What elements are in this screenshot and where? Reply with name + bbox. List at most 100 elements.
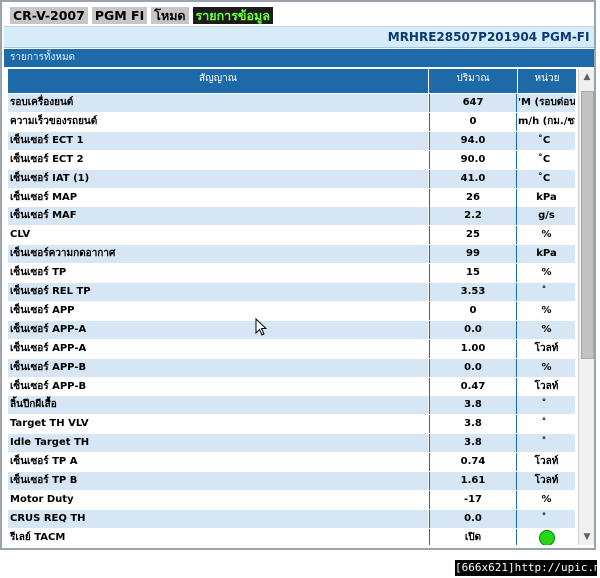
value-cell: 1.61: [429, 472, 517, 490]
table-row[interactable]: เซ็นเซอร์ APP 0%: [8, 301, 576, 320]
signal-cell: เซ็นเซอร์ MAP: [8, 188, 429, 207]
unit-cell: ̊: [518, 283, 576, 301]
app-window: CR-V-2007 PGM FI โหมด รายการข้อมูล MRHRE…: [0, 0, 596, 550]
table-row[interactable]: เซ็นเซอร์ MAF 2.2 g/s: [8, 207, 576, 226]
table-row[interactable]: เซ็นเซอร์ APP-A 1.00 โวลท์: [8, 339, 576, 358]
table-row[interactable]: เซ็นเซอร์ REL TP3.53̊: [8, 283, 576, 301]
unit-cell: ̊C: [518, 131, 576, 150]
signal-cell: รีเลย์ TACM: [8, 528, 429, 545]
unit-cell: %: [518, 264, 576, 283]
vin-text: MRHRE28507P201904 PGM-FI 2: [387, 30, 594, 44]
value-cell: 3.8: [429, 396, 517, 415]
value-cell: 2.2: [429, 207, 517, 226]
table-row[interactable]: เซ็นเซอร์ TP B 1.61 โวลท์: [8, 472, 576, 490]
unit-cell: ̊: [518, 509, 576, 528]
signal-cell: เซ็นเซอร์ MAF: [8, 207, 429, 226]
title-bar: CR-V-2007 PGM FI โหมด รายการข้อมูล: [4, 4, 594, 27]
value-cell: 3.8: [429, 434, 517, 453]
mouse-cursor-icon: [255, 318, 267, 336]
model-tag: CR-V-2007: [10, 6, 88, 24]
table-row[interactable]: ลิ้นปีกผีเสื้อ3.8̊: [8, 396, 576, 415]
scroll-up-icon[interactable]: ▲: [579, 69, 594, 85]
unit-cell: [518, 528, 576, 545]
value-cell: 94.0: [429, 131, 517, 150]
value-cell: 41.0: [429, 169, 517, 188]
table-row[interactable]: เซ็นเซอร์ APP-B 0.47 โวลท์: [8, 377, 576, 396]
table-row[interactable]: CRUS REQ TH0.0̊: [8, 509, 576, 528]
data-table: สัญญาณ ปริมาณ หน่วย รอบเครื่องยนต์ 647 'M …: [8, 69, 576, 545]
unit-cell: 'M (รอบต่อนา: [518, 94, 576, 112]
bottom-bar: [4, 548, 594, 550]
value-cell: 3.53: [429, 283, 517, 301]
signal-cell: ลิ้นปีกผีเสื้อ: [8, 396, 429, 415]
signal-cell: เซ็นเซอร์ REL TP: [8, 283, 429, 301]
scroll-down-icon[interactable]: ▼: [579, 529, 594, 545]
value-cell: 0.74: [429, 453, 517, 472]
value-cell: 0: [429, 301, 517, 320]
header-unit[interactable]: หน่วย: [518, 69, 576, 93]
table-row[interactable]: Target TH VLV3.8̊: [8, 415, 576, 434]
unit-cell: kPa: [518, 188, 576, 207]
value-cell: 0: [429, 112, 517, 131]
value-cell: 647: [429, 94, 517, 112]
signal-cell: เซ็นเซอร์ APP-B: [8, 377, 429, 396]
signal-cell: เซ็นเซอร์ TP B: [8, 472, 429, 490]
signal-cell: CRUS REQ TH: [8, 509, 429, 528]
signal-cell: รอบเครื่องยนต์: [8, 94, 429, 112]
table-row[interactable]: รอบเครื่องยนต์ 647 'M (รอบต่อนา: [8, 94, 576, 112]
header-value[interactable]: ปริมาณ: [429, 69, 518, 93]
table-row[interactable]: เซ็นเซอร์ IAT (1) 41.0̊C: [8, 169, 576, 188]
value-cell: 25: [429, 226, 517, 245]
signal-cell: เซ็นเซอร์ APP-A: [8, 320, 429, 339]
unit-cell: โวลท์: [518, 339, 576, 358]
table-row[interactable]: เซ็นเซอร์ ECT 1 94.0̊C: [8, 131, 576, 150]
scroll-thumb[interactable]: [581, 91, 594, 359]
table-row[interactable]: เซ็นเซอร์ APP-A 0.0%: [8, 320, 576, 339]
value-cell: 0.0: [429, 320, 517, 339]
unit-cell: ̊C: [518, 169, 576, 188]
table-row[interactable]: เซ็นเซอร์ TP A 0.74 โวลท์: [8, 453, 576, 472]
mode-tag: โหมด: [151, 6, 189, 24]
unit-cell: %: [518, 226, 576, 245]
unit-cell: g/s: [518, 207, 576, 226]
signal-cell: เซ็นเซอร์ ECT 2: [8, 150, 429, 169]
unit-cell: โวลท์: [518, 377, 576, 396]
table-row[interactable]: เซ็นเซอร์ความกดอากาศ 99 kPa: [8, 245, 576, 264]
signal-cell: เซ็นเซอร์ TP A: [8, 453, 429, 472]
value-cell: 0.0: [429, 358, 517, 377]
unit-cell: ̊C: [518, 150, 576, 169]
table-header: สัญญาณ ปริมาณ หน่วย: [8, 69, 576, 93]
signal-cell: เซ็นเซอร์ ECT 1: [8, 131, 429, 150]
signal-cell: เซ็นเซอร์ TP: [8, 264, 429, 283]
page-tag: รายการข้อมูล: [192, 6, 273, 24]
signal-cell: เซ็นเซอร์ APP-A: [8, 339, 429, 358]
value-cell: 15: [429, 264, 517, 283]
value-cell: 90.0: [429, 150, 517, 169]
header-signal[interactable]: สัญญาณ: [8, 69, 429, 93]
signal-cell: เซ็นเซอร์ APP-B: [8, 358, 429, 377]
value-cell: 99: [429, 245, 517, 264]
value-cell: 1.00: [429, 339, 517, 358]
table-row[interactable]: เซ็นเซอร์ TP 15%: [8, 264, 576, 283]
signal-cell: เซ็นเซอร์ความกดอากาศ: [8, 245, 429, 264]
signal-cell: Motor Duty: [8, 490, 429, 509]
unit-cell: โวลท์: [518, 472, 576, 490]
vertical-scrollbar[interactable]: ▲ ▼: [578, 69, 594, 545]
unit-cell: kPa: [518, 245, 576, 264]
table-row[interactable]: ความเร็วของรถยนต์ 0 m/h (กม./ชม: [8, 112, 576, 131]
system-tag: PGM FI: [91, 6, 148, 24]
table-row[interactable]: Idle Target TH3.8̊: [8, 434, 576, 453]
value-cell: -17: [429, 490, 517, 509]
table-row[interactable]: CLV 25%: [8, 226, 576, 245]
value-cell: 3.8: [429, 415, 517, 434]
table-row[interactable]: เซ็นเซอร์ ECT 2 90.0̊C: [8, 150, 576, 169]
table-row[interactable]: รีเลย์ TACM เปิด: [8, 528, 576, 545]
table-row[interactable]: เซ็นเซอร์ APP-B 0.0%: [8, 358, 576, 377]
section-title: รายการทั้งหมด: [10, 52, 76, 63]
section-header: รายการทั้งหมด: [4, 49, 594, 67]
table-row[interactable]: Motor Duty -17%: [8, 490, 576, 509]
value-cell: เปิด: [429, 528, 517, 545]
signal-cell: เซ็นเซอร์ APP: [8, 301, 429, 320]
signal-cell: เซ็นเซอร์ IAT (1): [8, 169, 429, 188]
table-row[interactable]: เซ็นเซอร์ MAP 26 kPa: [8, 188, 576, 207]
